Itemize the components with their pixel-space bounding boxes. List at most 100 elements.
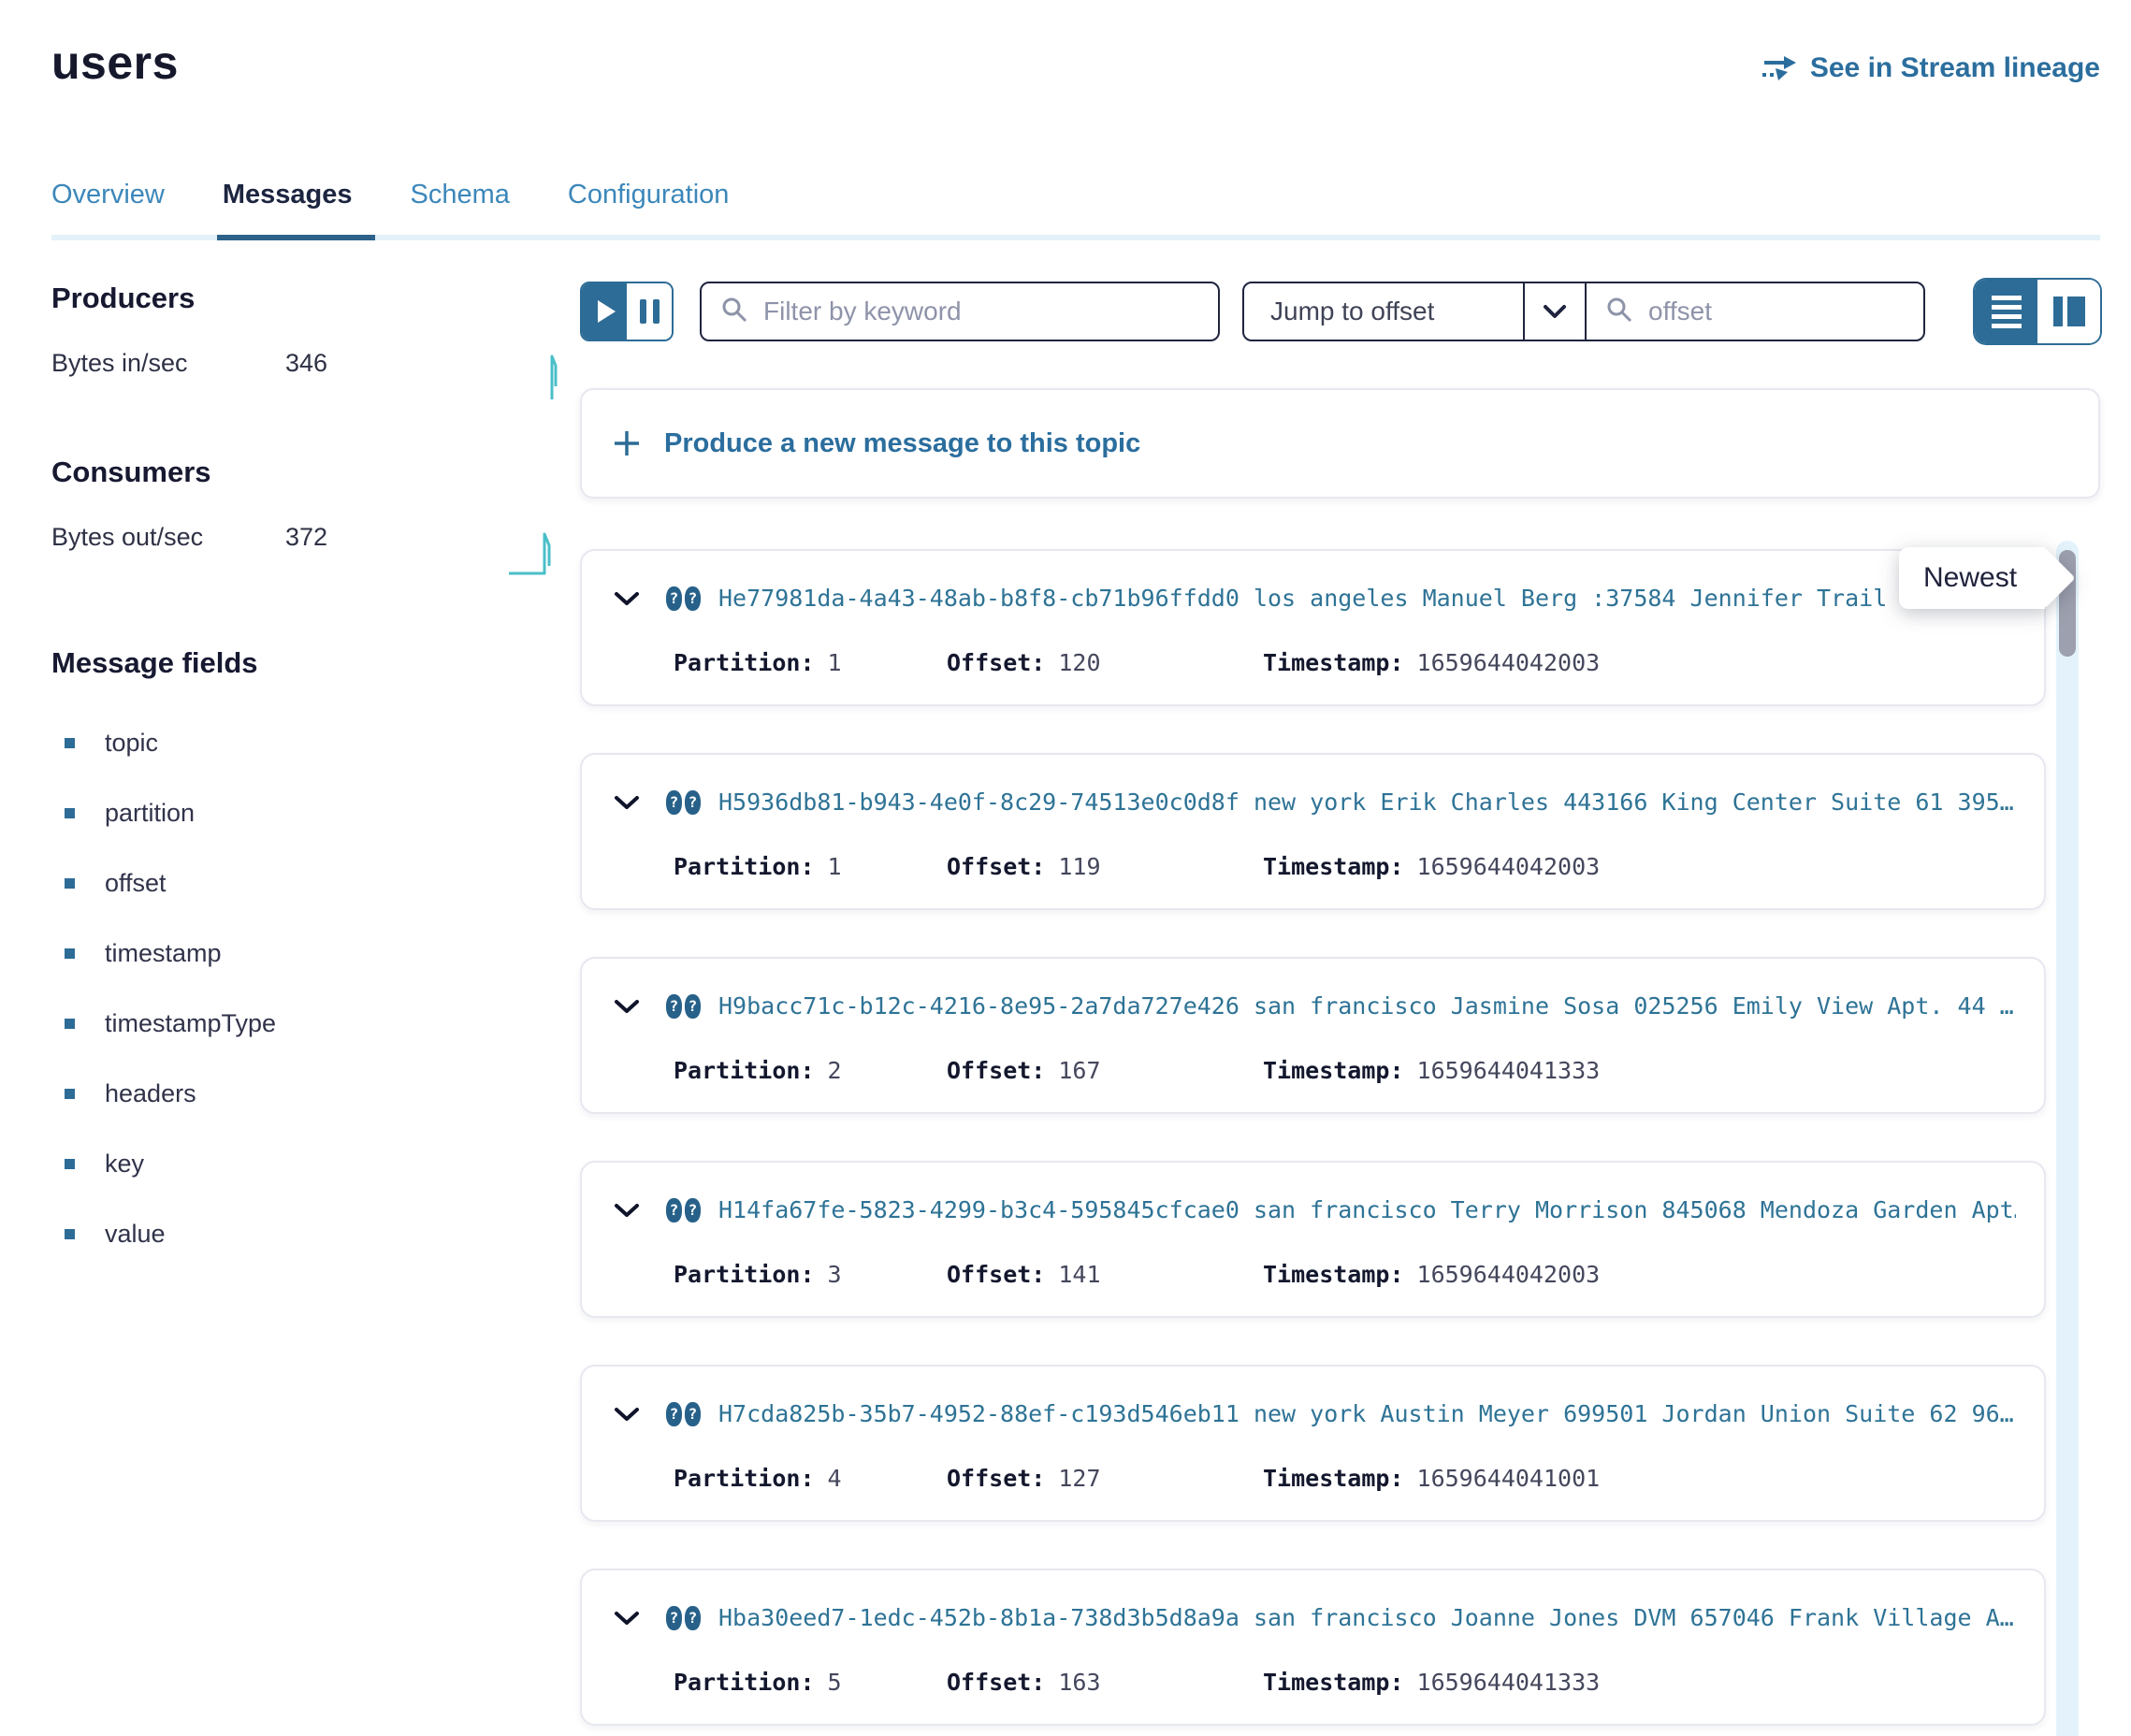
partition-label: Partition: (674, 1669, 815, 1696)
expand-chevron-icon[interactable] (614, 1406, 640, 1423)
field-item-timestamp[interactable]: timestamp (51, 939, 580, 968)
field-item-timestampType[interactable]: timestampType (51, 1009, 580, 1038)
message-preview[interactable]: Hba30eed7-1edc-452b-8b1a-738d3b5d8a9a sa… (718, 1604, 2016, 1631)
field-item-value[interactable]: value (51, 1220, 580, 1249)
unknown-char-icon: ? (666, 790, 682, 815)
pause-icon (640, 299, 646, 324)
offset-search (1587, 283, 1923, 340)
pause-button[interactable] (627, 283, 672, 340)
topic-tabs: Overview Messages Schema Configuration (51, 180, 2100, 240)
partition-value: 5 (828, 1669, 842, 1696)
offset-value: 120 (1058, 649, 1100, 676)
tab-overview[interactable]: Overview (51, 180, 165, 235)
unknown-char-icon: ? (666, 1402, 682, 1426)
play-button[interactable] (582, 283, 627, 340)
square-bullet-icon (65, 808, 75, 818)
partition-label: Partition: (674, 1465, 815, 1492)
sidebar: Producers Bytes in/sec 346 Consumers Byt… (51, 282, 580, 1736)
unknown-char-icon: ? (685, 790, 701, 815)
bytes-in-sparkline (539, 349, 567, 408)
offset-value: 141 (1058, 1261, 1100, 1288)
jump-to-offset-select[interactable]: Jump to offset (1244, 283, 1523, 340)
jump-select-button[interactable] (1525, 283, 1585, 340)
square-bullet-icon (65, 738, 75, 748)
timestamp-value: 1659644041333 (1417, 1669, 1601, 1696)
live-toggle (580, 282, 674, 341)
square-bullet-icon (65, 1159, 75, 1169)
list-view-button[interactable] (1975, 280, 2037, 343)
field-item-headers[interactable]: headers (51, 1079, 580, 1108)
timestamp-label: Timestamp: (1263, 853, 1404, 880)
offset-search-input[interactable] (1648, 297, 1905, 326)
produce-message-label: Produce a new message to this topic (664, 428, 1140, 459)
message-fields-heading: Message fields (51, 646, 580, 680)
offset-value: 127 (1058, 1465, 1100, 1492)
scrollbar-track[interactable] (2056, 541, 2079, 1736)
bytes-out-label: Bytes out/sec (51, 523, 285, 552)
message-preview[interactable]: H9bacc71c-b12c-4216-8e95-2a7da727e426 sa… (718, 992, 2016, 1020)
message-card: ? ? H7cda825b-35b7-4952-88ef-c193d546eb1… (580, 1365, 2046, 1522)
partition-value: 1 (828, 853, 842, 880)
chevron-down-icon (1543, 304, 1567, 319)
view-toggle (1975, 280, 2100, 343)
bytes-in-label: Bytes in/sec (51, 349, 285, 378)
bytes-in-value: 346 (285, 349, 327, 378)
timestamp-value: 1659644041333 (1417, 1057, 1601, 1084)
timestamp-label: Timestamp: (1263, 1057, 1404, 1084)
message-preview[interactable]: H5936db81-b943-4e0f-8c29-74513e0c0d8f ne… (718, 788, 2016, 816)
timestamp-value: 1659644042003 (1417, 1261, 1601, 1288)
partition-label: Partition: (674, 1057, 815, 1084)
timestamp-label: Timestamp: (1263, 1465, 1404, 1492)
field-item-topic[interactable]: topic (51, 729, 580, 758)
list-view-icon (1992, 296, 2022, 300)
field-item-key[interactable]: key (51, 1150, 580, 1179)
stream-lineage-icon (1761, 53, 1797, 83)
unknown-char-icon: ? (685, 586, 701, 611)
field-item-partition[interactable]: partition (51, 799, 580, 828)
partition-label: Partition: (674, 853, 815, 880)
tab-schema[interactable]: Schema (411, 180, 510, 235)
tab-configuration[interactable]: Configuration (568, 180, 730, 235)
expand-chevron-icon[interactable] (614, 794, 640, 811)
bytes-out-value: 372 (285, 523, 327, 552)
split-view-button[interactable] (2037, 280, 2100, 343)
content: Producers Bytes in/sec 346 Consumers Byt… (0, 282, 2131, 1736)
unknown-char-icon: ? (666, 1198, 682, 1222)
expand-chevron-icon[interactable] (614, 590, 640, 607)
field-item-offset[interactable]: offset (51, 869, 580, 898)
expand-chevron-icon[interactable] (614, 998, 640, 1015)
newest-label: Newest (1923, 562, 2017, 593)
message-preview[interactable]: H14fa67fe-5823-4299-b3c4-595845cfcae0 sa… (718, 1196, 2016, 1223)
offset-label: Offset: (947, 1057, 1045, 1084)
partition-value: 1 (828, 649, 842, 676)
offset-value: 167 (1058, 1057, 1100, 1084)
offset-label: Offset: (947, 1261, 1045, 1288)
message-preview[interactable]: H7cda825b-35b7-4952-88ef-c193d546eb11 ne… (718, 1400, 2016, 1427)
page-header: users See in Stream lineage (0, 0, 2131, 90)
offset-label: Offset: (947, 853, 1045, 880)
unknown-char-icon: ? (685, 994, 701, 1019)
stream-lineage-link[interactable]: See in Stream lineage (1761, 52, 2100, 84)
messages-toolbar: Jump to offset (580, 282, 2100, 341)
produce-message-button[interactable]: Produce a new message to this topic (580, 388, 2100, 499)
newest-marker: Newest (1899, 547, 2045, 609)
partition-value: 4 (828, 1465, 842, 1492)
offset-value: 119 (1058, 853, 1100, 880)
jump-to-offset-group: Jump to offset (1242, 282, 1925, 341)
bytes-out-sparkline (507, 523, 567, 582)
unknown-char-icon: ? (685, 1402, 701, 1426)
tab-messages[interactable]: Messages (223, 180, 353, 235)
stream-lineage-label: See in Stream lineage (1810, 52, 2100, 84)
square-bullet-icon (65, 1019, 75, 1029)
message-preview[interactable]: He77981da-4a43-48ab-b8f8-cb71b96ffdd0 lo… (718, 585, 2016, 612)
bytes-out-metric: Bytes out/sec 372 (51, 523, 580, 577)
keyword-filter-input[interactable] (763, 297, 1199, 326)
messages-panel: Jump to offset (580, 282, 2131, 1736)
expand-chevron-icon[interactable] (614, 1202, 640, 1219)
partition-label: Partition: (674, 1261, 815, 1288)
offset-label: Offset: (947, 649, 1045, 676)
expand-chevron-icon[interactable] (614, 1610, 640, 1627)
square-bullet-icon (65, 878, 75, 889)
partition-value: 2 (828, 1057, 842, 1084)
offset-value: 163 (1058, 1669, 1100, 1696)
